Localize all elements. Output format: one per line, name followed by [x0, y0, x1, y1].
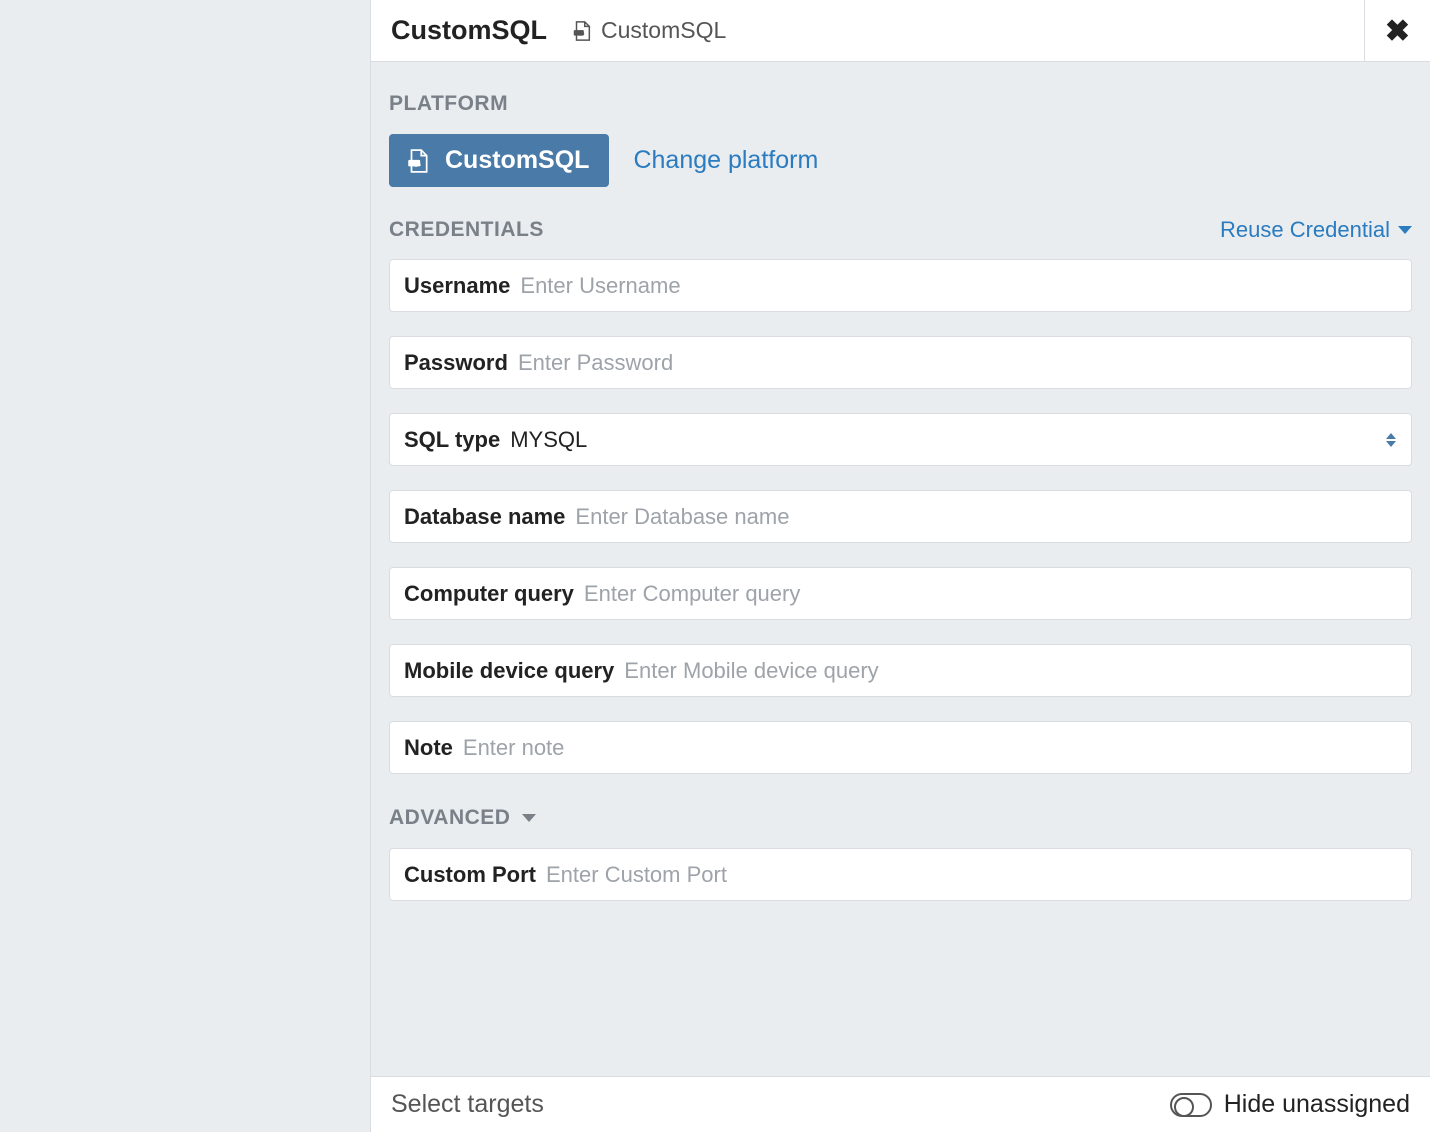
targets-bar: Select targets Hide unassigned	[371, 1076, 1430, 1132]
password-field[interactable]: Password	[389, 336, 1412, 389]
computer-query-field[interactable]: Computer query	[389, 567, 1412, 620]
computer-query-input[interactable]	[584, 568, 1397, 619]
note-input[interactable]	[463, 722, 1397, 773]
sql-file-icon: SQL	[405, 148, 431, 174]
svg-text:SQL: SQL	[410, 160, 420, 166]
select-targets-label: Select targets	[391, 1090, 544, 1119]
note-field[interactable]: Note	[389, 721, 1412, 774]
close-icon: ✖	[1385, 14, 1410, 49]
panel-body: PLATFORM SQL CustomSQL Change platform	[371, 62, 1430, 1076]
database-name-label: Database name	[404, 504, 565, 530]
platform-badge-label: CustomSQL	[445, 146, 589, 175]
panel-title: CustomSQL	[391, 15, 547, 46]
advanced-toggle[interactable]: ADVANCED	[389, 806, 536, 830]
config-panel: CustomSQL SQL CustomSQL ✖ PLATFORM	[370, 0, 1430, 1132]
sql-type-label: SQL type	[404, 427, 500, 453]
password-input[interactable]	[518, 337, 1397, 388]
svg-text:SQL: SQL	[575, 30, 584, 35]
platform-row: SQL CustomSQL Change platform	[389, 134, 1412, 187]
password-label: Password	[404, 350, 508, 376]
chevron-down-icon	[1398, 226, 1412, 234]
left-gutter	[0, 0, 370, 1132]
note-label: Note	[404, 735, 453, 761]
caret-down-icon	[522, 814, 536, 822]
close-button[interactable]: ✖	[1364, 0, 1430, 62]
custom-port-input[interactable]	[546, 849, 1397, 900]
mobile-device-query-label: Mobile device query	[404, 658, 614, 684]
panel-subtitle: CustomSQL	[601, 17, 726, 44]
credentials-section-label: CREDENTIALS	[389, 218, 544, 242]
panel-header: CustomSQL SQL CustomSQL ✖	[371, 0, 1430, 62]
change-platform-link[interactable]: Change platform	[633, 146, 818, 175]
platform-section-label: PLATFORM	[389, 92, 1412, 116]
credentials-header: CREDENTIALS Reuse Credential	[389, 217, 1412, 243]
hide-unassigned-toggle[interactable]: Hide unassigned	[1170, 1090, 1410, 1119]
platform-badge[interactable]: SQL CustomSQL	[389, 134, 609, 187]
sql-type-value: MYSQL	[510, 427, 1385, 453]
computer-query-label: Computer query	[404, 581, 574, 607]
database-name-input[interactable]	[575, 491, 1397, 542]
reuse-credential-link[interactable]: Reuse Credential	[1220, 217, 1412, 243]
username-field[interactable]: Username	[389, 259, 1412, 312]
advanced-section-label: ADVANCED	[389, 806, 510, 830]
panel-subtitle-group: SQL CustomSQL	[571, 17, 726, 44]
reuse-credential-label: Reuse Credential	[1220, 217, 1390, 243]
custom-port-field[interactable]: Custom Port	[389, 848, 1412, 901]
custom-port-label: Custom Port	[404, 862, 536, 888]
username-label: Username	[404, 273, 510, 299]
username-input[interactable]	[520, 260, 1397, 311]
sql-file-icon: SQL	[571, 20, 601, 42]
select-caret-icon	[1385, 433, 1397, 447]
toggle-icon	[1170, 1093, 1212, 1117]
hide-unassigned-label: Hide unassigned	[1224, 1090, 1410, 1119]
mobile-device-query-input[interactable]	[624, 645, 1397, 696]
sql-type-field[interactable]: SQL type MYSQL	[389, 413, 1412, 466]
mobile-device-query-field[interactable]: Mobile device query	[389, 644, 1412, 697]
database-name-field[interactable]: Database name	[389, 490, 1412, 543]
